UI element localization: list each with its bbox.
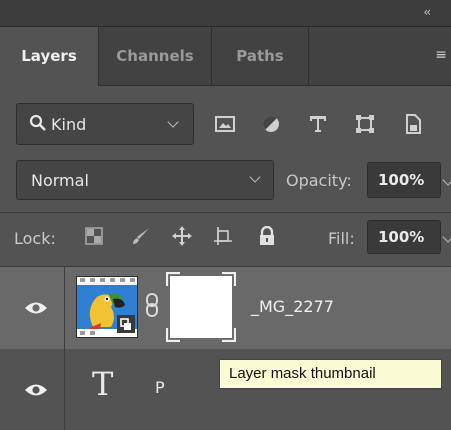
- shape-filter-icon[interactable]: [354, 113, 376, 135]
- collapse-panel-button[interactable]: ‹‹: [423, 5, 430, 19]
- panel-menu-icon[interactable]: ≡: [435, 47, 447, 63]
- blend-mode-dropdown[interactable]: Normal: [16, 160, 274, 200]
- image-filter-icon[interactable]: [214, 113, 236, 135]
- eye-icon[interactable]: [24, 300, 48, 316]
- layer-divider: [64, 349, 65, 430]
- lock-transparent-pixels-icon[interactable]: [83, 225, 105, 247]
- smart-object-filter-icon[interactable]: [402, 113, 424, 135]
- type-filter-icon[interactable]: [307, 113, 329, 135]
- panel-top-bar: ‹‹: [0, 0, 451, 27]
- tooltip: Layer mask thumbnail: [219, 359, 442, 389]
- layer-divider: [64, 267, 65, 349]
- link-chain-icon[interactable]: [144, 292, 160, 318]
- lock-artboard-icon[interactable]: [212, 225, 234, 247]
- layer-mask-thumbnail[interactable]: [166, 272, 236, 342]
- layer-name[interactable]: P: [155, 378, 165, 397]
- tab-layers[interactable]: Layers: [0, 27, 99, 86]
- divider: [0, 212, 451, 213]
- fill-label: Fill:: [328, 229, 355, 248]
- lock-label: Lock:: [14, 229, 56, 248]
- type-layer-icon: T: [92, 365, 114, 403]
- chevron-down-icon: [249, 171, 261, 183]
- lock-position-icon[interactable]: [171, 225, 193, 247]
- opacity-label: Opacity:: [286, 171, 352, 190]
- lock-all-icon[interactable]: [256, 225, 278, 247]
- blend-mode-value: Normal: [31, 171, 89, 190]
- tab-channels[interactable]: Channels: [99, 27, 212, 85]
- layer-name[interactable]: _MG_2277: [251, 297, 334, 316]
- adjustment-filter-icon[interactable]: [260, 113, 282, 135]
- fill-field[interactable]: 100%: [367, 220, 441, 254]
- fill-chevron-icon[interactable]: [442, 231, 451, 243]
- tab-paths[interactable]: Paths: [212, 27, 309, 85]
- filter-kind-label: Kind: [51, 115, 87, 134]
- filter-kind-dropdown[interactable]: Kind: [16, 103, 194, 145]
- panel-tab-bar: Layers Channels Paths ≡: [0, 27, 451, 86]
- eye-icon[interactable]: [24, 382, 48, 398]
- search-icon: [29, 114, 46, 131]
- parrot-image-icon: [77, 277, 137, 337]
- opacity-field[interactable]: 100%: [367, 162, 441, 198]
- chevron-down-icon: [167, 116, 179, 128]
- layer-thumbnail[interactable]: [76, 276, 138, 338]
- opacity-chevron-icon[interactable]: [442, 174, 451, 186]
- lock-image-pixels-icon[interactable]: [130, 225, 152, 247]
